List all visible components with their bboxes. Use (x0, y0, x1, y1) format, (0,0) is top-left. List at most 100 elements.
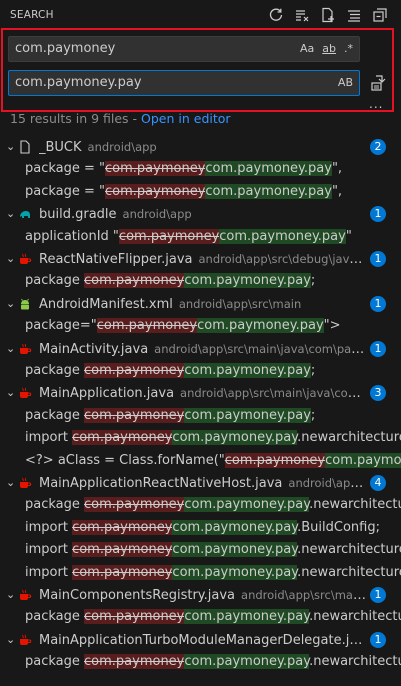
search-view-header: SEARCH (0, 0, 401, 30)
match-deleted: com.paymoney (72, 542, 173, 558)
android-icon (18, 297, 32, 311)
match-inserted: com.paymoney.pay (184, 609, 310, 625)
more-options-icon[interactable]: ... (369, 97, 383, 111)
refresh-icon[interactable] (267, 6, 285, 24)
file-path: android\app (87, 140, 157, 154)
chevron-down-icon[interactable]: ⌄ (6, 203, 16, 225)
match-deleted: com.paymoney (84, 609, 185, 625)
file-result-row[interactable]: ⌄ MainApplicationReactNativeHost.java andr… (0, 472, 401, 494)
match-text: package com.paymoneycom.paymoney.pay.new… (25, 606, 401, 628)
match-row[interactable]: package = "com.paymoneycom.paymoney.pay"… (0, 158, 401, 180)
use-regex-icon[interactable]: .* (344, 37, 353, 61)
chevron-down-icon[interactable]: ⌄ (6, 584, 16, 606)
match-count-badge: 1 (370, 206, 386, 223)
chevron-down-icon[interactable]: ⌄ (6, 338, 16, 360)
file-result-row[interactable]: ⌄ ReactNativeFlipper.java android\app\src\… (0, 248, 401, 270)
file-path: android\app\src\main\... (288, 476, 369, 490)
match-inserted: com.paymoney.pay (219, 228, 346, 244)
file-result-row[interactable]: ⌄ MainActivity.java android\app\src\main\j… (0, 338, 401, 360)
chevron-down-icon[interactable]: ⌄ (6, 293, 16, 315)
match-row[interactable]: import com.paymoneycom.paymoney.pay.Buil… (0, 517, 401, 539)
replace-all-icon[interactable] (370, 74, 388, 92)
file-path: android\app\src\main\java\com\paymoney (154, 341, 369, 356)
file-result-row[interactable]: ⌄ MainApplication.java android\app\src\mai… (0, 382, 401, 404)
file-name: MainComponentsRegistry.java (39, 588, 236, 603)
gradle-elephant-icon (18, 207, 32, 221)
file-label: build.gradle android\app (39, 203, 192, 225)
java-coffee-icon (18, 386, 32, 400)
new-search-editor-icon[interactable] (319, 6, 337, 24)
match-text: <?> aClass = Class.forName("com.paymoney… (25, 450, 401, 472)
chevron-down-icon[interactable]: ⌄ (6, 472, 16, 494)
match-prefix: package (25, 609, 85, 625)
file-label: ReactNativeFlipper.java android\app\src\d… (39, 248, 369, 270)
java-coffee-icon (18, 252, 32, 266)
preserve-case-icon[interactable]: AB (338, 71, 353, 95)
replace-input[interactable]: com.paymoney.pay AB (8, 70, 360, 96)
match-row[interactable]: package com.paymoneycom.paymoney.pay; (0, 405, 401, 427)
match-case-icon[interactable]: Aa (300, 37, 314, 61)
match-suffix: ; (310, 363, 316, 378)
match-text: import com.paymoneycom.paymoney.pay.newa… (25, 562, 401, 584)
collapse-all-icon[interactable] (371, 6, 389, 24)
match-prefix: package=" (25, 318, 97, 334)
match-row[interactable]: package = "com.paymoneycom.paymoney.pay"… (0, 181, 401, 203)
match-deleted: com.paymoney (72, 430, 173, 446)
match-row[interactable]: applicationId "com.paymoneycom.paymoney.… (0, 226, 401, 248)
match-row[interactable]: <?> aClass = Class.forName("com.paymoney… (0, 450, 401, 472)
clear-results-icon[interactable] (293, 6, 311, 24)
match-count-badge: 4 (370, 475, 386, 491)
open-in-editor-link[interactable]: Open in editor (141, 111, 231, 126)
view-as-tree-icon[interactable] (345, 6, 363, 24)
chevron-down-icon[interactable]: ⌄ (6, 248, 16, 270)
match-row[interactable]: import com.paymoneycom.paymoney.pay.newa… (0, 427, 401, 449)
chevron-down-icon[interactable]: ⌄ (6, 136, 16, 158)
file-result-row[interactable]: ⌄ build.gradle android\app 1 (0, 203, 401, 225)
match-suffix: "> (323, 318, 341, 334)
match-row[interactable]: package com.paymoneycom.paymoney.pay.new… (0, 651, 401, 673)
chevron-down-icon[interactable]: ⌄ (6, 382, 16, 404)
file-result-row[interactable]: ⌄ MainComponentsRegistry.java android\app\… (0, 584, 401, 606)
match-inserted: com.paymoney.pay (205, 161, 332, 177)
match-suffix: ", (331, 183, 343, 199)
match-row[interactable]: package="com.paymoneycom.paymoney.pay"> (0, 315, 401, 337)
match-row[interactable]: package com.paymoneycom.paymoney.pay; (0, 360, 401, 382)
match-suffix: ; (310, 407, 316, 423)
match-deleted: com.paymoney (72, 519, 173, 535)
match-text: import com.paymoneycom.paymoney.pay.Buil… (25, 517, 380, 539)
match-text: package com.paymoneycom.paymoney.pay; (25, 405, 315, 427)
file-result-row[interactable]: ⌄ AndroidManifest.xml android\app\src\main… (0, 293, 401, 315)
file-result-row[interactable]: ⌄ _BUCK android\app 2 (0, 136, 401, 158)
match-inserted: com.paymoney.pay (197, 318, 324, 334)
match-text: package com.paymoneycom.paymoney.pay; (25, 270, 315, 292)
match-row[interactable]: package com.paymoneycom.paymoney.pay; (0, 270, 401, 292)
match-deleted: com.paymoney (72, 564, 173, 580)
chevron-down-icon[interactable]: ⌄ (6, 629, 16, 651)
match-inserted: com.paymoney.pay (184, 407, 311, 423)
match-suffix: .newarchitecture.Mai... (297, 430, 401, 446)
match-inserted: com.paymoney.pay (184, 654, 310, 670)
match-suffix: " (345, 228, 352, 244)
match-row[interactable]: import com.paymoneycom.paymoney.pay.newa… (0, 562, 401, 584)
match-suffix: .BuildConfig; (297, 519, 380, 535)
file-path: android\app (122, 207, 192, 222)
java-coffee-icon (18, 588, 32, 602)
match-text: package = "com.paymoneycom.paymoney.pay"… (25, 158, 342, 180)
match-suffix: .newarchitecture.co... (309, 609, 401, 625)
match-inserted: com.paymoney.pay (172, 564, 298, 580)
results-summary: 15 results in 9 files - Open in editor (10, 111, 231, 126)
match-count-badge: 1 (370, 587, 386, 603)
match-count-badge: 1 (370, 251, 386, 267)
file-label: MainApplicationReactNativeHost.java andro… (39, 472, 369, 494)
file-name: ReactNativeFlipper.java (39, 252, 193, 267)
search-input[interactable]: com.paymoney Aa ab .* (8, 36, 360, 62)
match-row[interactable]: package com.paymoneycom.paymoney.pay.new… (0, 494, 401, 516)
file-result-row[interactable]: ⌄ MainApplicationTurboModuleManagerDelega… (0, 629, 401, 651)
match-row[interactable]: import com.paymoneycom.paymoney.pay.newa… (0, 539, 401, 561)
match-whole-word-icon[interactable]: ab (322, 37, 336, 61)
match-suffix: ; (310, 273, 316, 289)
match-inserted: com.paymoney.pay (172, 430, 298, 446)
match-row[interactable]: package com.paymoneycom.paymoney.pay.new… (0, 606, 401, 628)
file-path: android\app\src\main\java\com\paymo... (180, 386, 369, 401)
match-suffix: ", (331, 161, 343, 177)
